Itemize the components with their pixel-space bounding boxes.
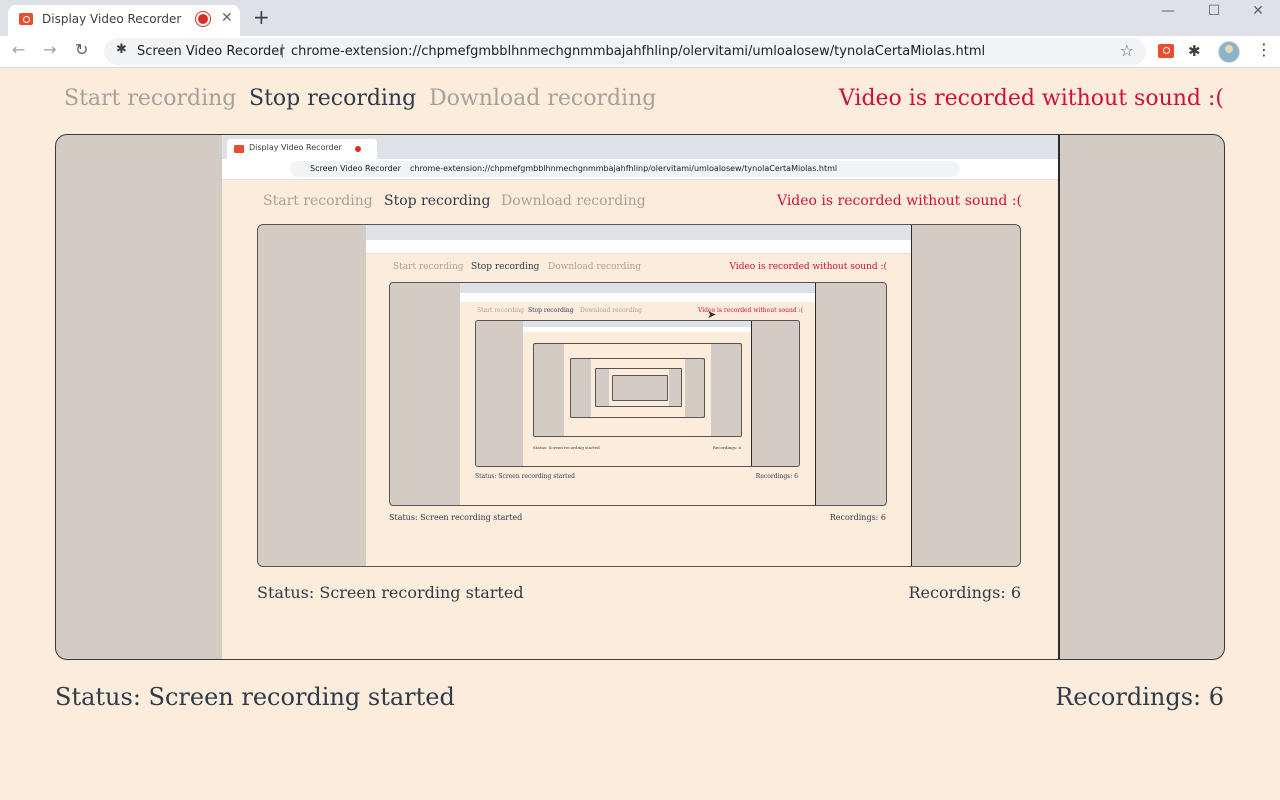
captured-warning: Video is recorded without sound :( — [776, 193, 1022, 209]
captured-download-link: Download recording — [501, 193, 646, 209]
level2-download-link: Download recording — [548, 262, 642, 272]
tab-close-icon[interactable]: ✕ — [221, 10, 233, 26]
url-separator: | — [280, 43, 285, 58]
captured-start-link: Start recording — [263, 193, 373, 209]
start-recording-link[interactable]: Start recording — [64, 86, 236, 111]
preview-capture-level-3: Start recording Stop recording Download … — [460, 283, 816, 505]
level2-start-link: Start recording — [393, 262, 464, 272]
level2-stop-link: Stop recording — [471, 262, 540, 272]
recording-indicator-icon — [198, 14, 208, 24]
status-text: Status: Screen recording started — [55, 683, 455, 711]
tab-title: Display Video Recorder — [42, 12, 182, 26]
minimize-icon[interactable]: — — [1153, 3, 1183, 19]
preview-capture-level-4: Status: Screen recording started Recordi… — [523, 321, 752, 466]
captured-status: Status: Screen recording started — [257, 583, 524, 602]
captured-url: chrome-extension://chpmefgmbblhnmechgnmm… — [410, 164, 838, 173]
captured-recordings: Recordings: 6 — [908, 583, 1021, 602]
maximize-icon[interactable]: ☐ — [1199, 3, 1229, 19]
level3-status: Status: Screen recording started — [475, 473, 575, 480]
level4-status: Status: Screen recording started — [533, 445, 600, 450]
level4-preview-box — [533, 343, 742, 437]
screen-recorder-extension-icon[interactable] — [1158, 44, 1174, 58]
preview-capture-level-1: Display Video Recorder Screen Video Reco… — [222, 135, 1060, 659]
browser-tab[interactable]: Display Video Recorder ✕ — [8, 5, 240, 36]
browser-tab-strip: Display Video Recorder ✕ + — ☐ ✕ — [0, 0, 1280, 36]
captured-cursor-icon: ➤ — [707, 308, 717, 321]
level2-recordings: Recordings: 6 — [829, 513, 886, 522]
new-tab-button[interactable]: + — [253, 5, 270, 29]
level3-download-link: Download recording — [580, 307, 643, 314]
level4-recordings: Recordings: 6 — [712, 445, 741, 450]
profile-avatar[interactable] — [1218, 41, 1240, 63]
back-icon[interactable]: ← — [12, 40, 25, 59]
url-text[interactable]: chrome-extension://chpmefgmbblhnmechgnmm… — [291, 44, 985, 59]
site-name: Screen Video Recorder — [137, 44, 285, 59]
captured-favicon-icon — [234, 145, 244, 153]
level3-recordings: Recordings: 6 — [755, 473, 798, 480]
forward-icon[interactable]: → — [43, 40, 56, 59]
level3-preview-box: Status: Screen recording started Recordi… — [475, 320, 800, 467]
captured-tab-strip: Display Video Recorder — [222, 135, 1058, 159]
extension-puzzle-icon: ✱ — [116, 42, 127, 57]
captured-site-name: Screen Video Recorder — [310, 164, 401, 173]
recordings-count: Recordings: 6 — [1055, 683, 1224, 711]
captured-stop-link: Stop recording — [384, 193, 491, 209]
captured-tab: Display Video Recorder — [227, 139, 377, 159]
video-preview: Display Video Recorder Screen Video Reco… — [55, 134, 1225, 660]
address-bar[interactable]: ✱ Screen Video Recorder | chrome-extensi… — [104, 38, 1146, 65]
browser-toolbar: ← → ↻ ✱ Screen Video Recorder | chrome-e… — [0, 36, 1280, 68]
level2-status: Status: Screen recording started — [389, 513, 523, 522]
close-window-icon[interactable]: ✕ — [1243, 3, 1273, 19]
captured-recording-icon — [355, 146, 361, 152]
captured-toolbar: Screen Video Recorder chrome-extension:/… — [222, 159, 1058, 180]
captured-preview-box: Start recording Stop recording Download … — [257, 224, 1021, 567]
captured-tab-title: Display Video Recorder — [249, 143, 342, 152]
download-recording-link[interactable]: Download recording — [429, 86, 656, 111]
no-sound-warning: Video is recorded without sound :( — [838, 86, 1224, 111]
level3-start-link: Start recording — [477, 307, 525, 314]
extensions-puzzle-icon[interactable]: ✱ — [1188, 42, 1201, 60]
level3-stop-link: Stop recording — [528, 307, 574, 314]
preview-capture-level-2: Start recording Stop recording Download … — [366, 225, 912, 566]
level2-warning: Video is recorded without sound :( — [729, 262, 887, 272]
bookmark-star-icon[interactable]: ☆ — [1120, 41, 1134, 60]
stop-recording-link[interactable]: Stop recording — [249, 86, 416, 111]
level2-preview-box: Start recording Stop recording Download … — [389, 282, 887, 506]
reload-icon[interactable]: ↻ — [75, 40, 88, 59]
record-favicon-icon — [19, 13, 33, 25]
browser-menu-icon[interactable]: ⋮ — [1256, 40, 1272, 59]
captured-address-bar: Screen Video Recorder chrome-extension:/… — [290, 161, 960, 177]
